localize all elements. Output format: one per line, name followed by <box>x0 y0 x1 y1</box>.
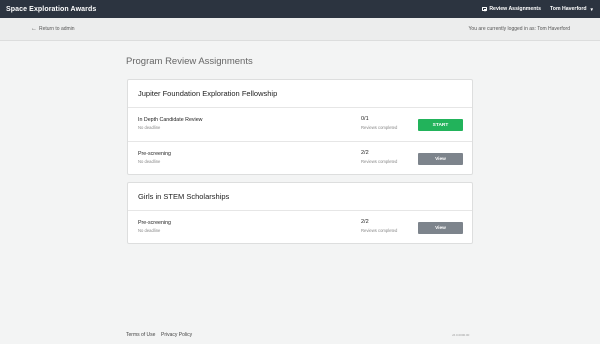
program-card: Girls in STEM Scholarships Pre-screening… <box>127 182 473 244</box>
admin-subbar: ← Return to admin You are currently logg… <box>0 18 600 41</box>
stage-name: In Depth Candidate Review <box>138 117 203 123</box>
program-title: Jupiter Foundation Exploration Fellowshi… <box>128 80 472 108</box>
view-review-button[interactable]: View <box>418 153 463 165</box>
reviews-count: 2/2 <box>361 150 369 156</box>
reviews-count: 0/1 <box>361 116 369 122</box>
reviews-count: 2/2 <box>361 219 369 225</box>
stage-deadline: No deadline <box>138 228 161 233</box>
reviews-count-label: Reviews completed <box>361 228 398 233</box>
start-review-button[interactable]: START <box>418 119 463 131</box>
top-navigation-bar: Space Exploration Awards Review Assignme… <box>0 0 600 18</box>
stage-name: Pre-screening <box>138 151 171 157</box>
version-label: v6.0.0000.00 <box>452 333 470 337</box>
list-icon <box>482 6 488 12</box>
logged-in-status: You are currently logged in as: Tom Have… <box>468 26 570 32</box>
program-title: Girls in STEM Scholarships <box>128 183 472 211</box>
topbar-actions: Review Assignments Tom Haverford ▼ <box>482 6 594 12</box>
user-menu[interactable]: Tom Haverford ▼ <box>550 6 594 12</box>
brand-title[interactable]: Space Exploration Awards <box>6 6 96 13</box>
stage-row: In Depth Candidate Review No deadline 0/… <box>128 108 472 142</box>
privacy-policy-link[interactable]: Privacy Policy <box>161 332 192 338</box>
review-assignments-label: Review Assignments <box>489 6 542 12</box>
reviews-count-label: Reviews completed <box>361 159 398 164</box>
stage-deadline: No deadline <box>138 125 161 130</box>
stage-name: Pre-screening <box>138 220 171 226</box>
arrow-left-icon: ← <box>31 25 37 32</box>
stage-deadline: No deadline <box>138 159 161 164</box>
view-review-button[interactable]: View <box>418 222 463 234</box>
return-to-admin-label: Return to admin <box>39 26 75 32</box>
terms-of-use-link[interactable]: Terms of Use <box>126 332 155 338</box>
user-name: Tom Haverford <box>550 6 587 12</box>
review-assignments-link[interactable]: Review Assignments <box>482 6 541 12</box>
reviews-count-label: Reviews completed <box>361 125 398 130</box>
page-title: Program Review Assignments <box>126 56 253 67</box>
stage-row: Pre-screening No deadline 2/2 Reviews co… <box>128 142 472 175</box>
caret-down-icon: ▼ <box>589 6 594 12</box>
return-to-admin-link[interactable]: ← Return to admin <box>31 25 75 33</box>
program-card: Jupiter Foundation Exploration Fellowshi… <box>127 79 473 175</box>
stage-row: Pre-screening No deadline 2/2 Reviews co… <box>128 211 472 244</box>
